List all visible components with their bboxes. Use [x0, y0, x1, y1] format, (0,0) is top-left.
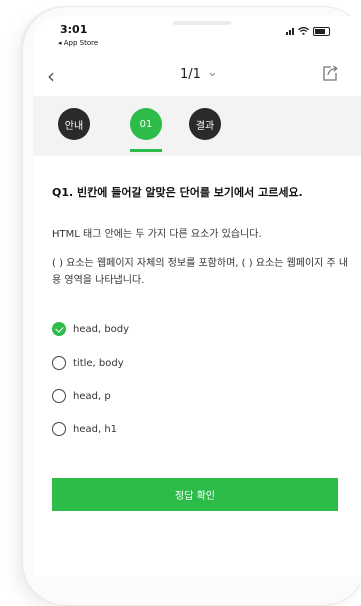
option-3[interactable]: head, p [52, 389, 111, 403]
passage-line-2: ( ) 요소는 웹페이지 자체의 정보를 포함하며, ( ) 요소는 웹페이지 … [52, 258, 349, 286]
notch [173, 21, 231, 25]
chevron-down-icon[interactable]: ⌄ [207, 65, 218, 80]
page-indicator[interactable]: 1/1 [180, 67, 201, 82]
radio-icon[interactable] [52, 389, 66, 403]
option-2[interactable]: title, body [52, 356, 124, 370]
back-to-app-store-link[interactable]: ◂ App Store [58, 39, 98, 47]
tab-result[interactable]: 결과 [189, 108, 221, 140]
back-chevron-icon[interactable]: ‹ [47, 64, 55, 88]
app-screen: 3:01 ◂ App Store ‹ 1/1 ⌄ 안내 01 결과 Q1. 빈칸… [33, 16, 361, 577]
option-label: head, p [73, 390, 111, 402]
option-label: title, body [73, 357, 124, 369]
signal-icon [286, 27, 294, 35]
question-title: Q1. 빈칸에 들어갈 알맞은 단어를 보기에서 고르세요. [52, 186, 303, 199]
radio-icon[interactable] [52, 422, 66, 436]
radio-checked-icon[interactable] [52, 322, 66, 336]
option-label: head, body [73, 323, 130, 335]
nav-bar: ‹ 1/1 ⌄ [33, 56, 361, 96]
battery-icon [313, 26, 330, 36]
tab-question-01[interactable]: 01 [130, 108, 162, 140]
option-label: head, h1 [73, 423, 118, 435]
share-icon[interactable] [320, 63, 340, 83]
radio-icon[interactable] [52, 356, 66, 370]
status-icons [286, 26, 330, 36]
option-1[interactable]: head, body [52, 322, 129, 336]
tab-intro[interactable]: 안내 [58, 108, 90, 140]
active-tab-indicator [130, 149, 162, 152]
check-answer-button[interactable]: 정답 확인 [52, 478, 338, 511]
passage-line-1: HTML 태그 안에는 두 가지 다른 요소가 있습니다. [52, 229, 262, 240]
status-bar: 3:01 ◂ App Store [33, 16, 361, 56]
option-4[interactable]: head, h1 [52, 422, 117, 436]
step-tabs: 안내 01 결과 [33, 96, 361, 156]
status-time: 3:01 [60, 23, 88, 36]
wifi-icon [298, 27, 309, 35]
